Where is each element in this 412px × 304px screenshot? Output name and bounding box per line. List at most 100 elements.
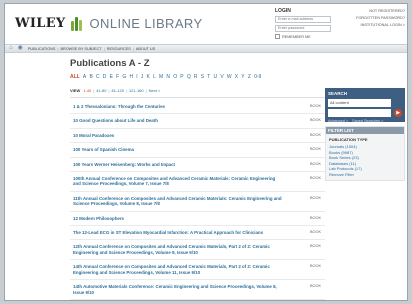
forgot-password-link[interactable]: FORGOTTEN PASSWORD? (343, 15, 405, 22)
alpha-letter-link[interactable]: I (136, 74, 137, 80)
publication-title-link[interactable]: 100th Annual Conference on Composites an… (73, 176, 283, 187)
publication-type: BOOK (310, 118, 321, 123)
alpha-letter-link[interactable]: G (122, 74, 126, 80)
publication-title-link[interactable]: 12th Annual Conference on Composites and… (73, 244, 283, 255)
brand-name: WILEY (15, 16, 66, 31)
site-header: WILEY ONLINE LIBRARY LOGIN Enter e-mail … (5, 4, 407, 44)
nav-publications[interactable]: PUBLICATIONS (28, 47, 56, 51)
alpha-letter-link[interactable]: X (235, 74, 238, 80)
nav-resources[interactable]: RESOURCES (107, 47, 131, 51)
publication-title-link[interactable]: 14th Automotive Materials Conference: Ce… (73, 284, 283, 295)
table-row: 100 Years Werner Heisenberg: Works and I… (70, 158, 325, 173)
alpha-letter-link[interactable]: D (103, 74, 107, 80)
search-panel: SEARCH All content ▶ Advanced > Saved Se… (325, 88, 405, 123)
browser-page: WILEY ONLINE LIBRARY L O G I N Enter e-mail … (4, 3, 408, 301)
nav-separator: | (103, 46, 105, 51)
alpha-letter-link[interactable]: N (166, 74, 170, 80)
alpha-letter-link[interactable]: P (180, 74, 183, 80)
remove-filter-link[interactable]: Remove Filter (329, 172, 401, 178)
publication-title-link[interactable]: 10 Good Questions about Life and Death (73, 118, 283, 123)
not-registered-link[interactable]: NOT REGISTERED? (343, 8, 405, 15)
publication-rows: 1 & 2 Thessalonians: Through the Centuri… (70, 100, 325, 300)
page-link[interactable]: 121-160 (129, 88, 144, 93)
institutional-login-link[interactable]: INSTITUTIONAL LOGIN > (343, 22, 405, 29)
alpha-letter-link[interactable]: H (129, 74, 133, 80)
table-row: The 12-Lead ECG in ST Elevation Myocardi… (70, 226, 325, 241)
alpha-letter-link[interactable]: T (207, 74, 210, 80)
publication-title-link[interactable]: 14th Annual Conference on Composites and… (73, 264, 283, 275)
advanced-search-link[interactable]: Advanced > (328, 119, 348, 123)
alpha-letter-link[interactable]: W (227, 74, 232, 80)
remember-me[interactable]: REMEMBER ME (275, 34, 405, 39)
publication-title-link[interactable]: 12 Modern Philosophers (73, 216, 283, 221)
alpha-letter-link[interactable]: Q (187, 74, 191, 80)
wiley-logo[interactable]: WILEY ONLINE LIBRARY (15, 16, 203, 31)
table-row: 12th Annual Conference on Composites and… (70, 240, 325, 261)
table-row: 10 Moral Paradoxes BOOK (70, 129, 325, 144)
publication-title-link[interactable]: 11th Annual Conference on Composites and… (73, 196, 283, 207)
alpha-letter-link[interactable]: U (214, 74, 218, 80)
alpha-all-link[interactable]: ALL (70, 74, 80, 80)
publication-type: BOOK (310, 132, 321, 137)
library-name: ONLINE LIBRARY (89, 16, 203, 31)
filter-title: FILTER LIST (326, 127, 404, 134)
saved-searches-link[interactable]: Saved Searches > (352, 119, 383, 123)
table-row: 14th Annual Conference on Composites and… (70, 260, 325, 281)
publication-type: BOOK (310, 176, 321, 181)
publication-title-link[interactable]: 100 Years Werner Heisenberg: Works and I… (73, 162, 283, 167)
nav-separator: | (132, 46, 134, 51)
search-scope-select[interactable]: All content (328, 99, 391, 107)
alpha-letter-link[interactable]: A (83, 74, 86, 80)
publications-list: Publications A - Z ALL A B C D E F G H I J K L M N O P Q R… (70, 58, 325, 300)
account-links: NOT REGISTERED? FORGOTTEN PASSWORD? INST… (343, 8, 405, 29)
page-link[interactable]: 81-120 (111, 88, 123, 93)
publication-type: BOOK (310, 104, 321, 108)
page-link[interactable]: 1-40 (83, 88, 91, 93)
alpha-letter-link[interactable]: R (194, 74, 198, 80)
page-separator: | (145, 88, 147, 93)
filter-panel: FILTER LIST PUBLICATION TYPE Journals (1… (325, 126, 405, 181)
alpha-letter-link[interactable]: 0-9 (254, 74, 261, 80)
pagination-bar: VIEW 1-40 | 41-80 | 81-120 | 121-160 | N… (70, 88, 325, 98)
alpha-letter-link[interactable]: M (159, 74, 163, 80)
alpha-letter-link[interactable]: E (110, 74, 113, 80)
alpha-letter-link[interactable]: K (147, 74, 150, 80)
alpha-letter-link[interactable]: F (116, 74, 119, 80)
alpha-letter-link[interactable]: L (153, 74, 156, 80)
publication-type: BOOK (310, 195, 321, 200)
table-row: 12 Modern Philosophers BOOK (70, 212, 325, 227)
search-title: SEARCH (328, 91, 348, 96)
publication-title-link[interactable]: 10 Moral Paradoxes (73, 133, 283, 138)
publication-title-link[interactable]: 1 & 2 Thessalonians: Through the Centuri… (73, 104, 283, 109)
password-field[interactable]: Enter password (275, 25, 331, 32)
table-row: 1 & 2 Thessalonians: Through the Centuri… (70, 100, 325, 115)
publication-type: BOOK (310, 215, 321, 220)
globe-icon[interactable]: ◉ (18, 45, 23, 52)
nav-about-us[interactable]: ABOUT US (136, 47, 155, 51)
email-field[interactable]: Enter e-mail address (275, 16, 331, 23)
page-link[interactable]: 41-80 (96, 88, 106, 93)
page-title: Publications A - Z (70, 58, 150, 69)
search-go-button[interactable]: ▶ (394, 109, 402, 117)
remember-checkbox[interactable] (275, 34, 280, 39)
alpha-letter-link[interactable]: Z (248, 74, 251, 80)
table-row: 14th Automotive Materials Conference: Ce… (70, 280, 325, 300)
alphabet-filter: ALL A B C D E F G H I J K L M N O P Q R S T U V W X Y Z 0-9 (70, 74, 325, 80)
alpha-letter-link[interactable]: J (141, 74, 144, 80)
publication-title-link[interactable]: 100 Years of Spanish Cinema (73, 147, 283, 152)
publication-title-link[interactable]: The 12-Lead ECG in ST Elevation Myocardi… (73, 230, 283, 235)
alpha-letter-link[interactable]: V (220, 74, 223, 80)
table-row: 11th Annual Conference on Composites and… (70, 192, 325, 212)
alpha-letter-link[interactable]: C (96, 74, 100, 80)
nav-browse-by-subject[interactable]: BROWSE BY SUBJECT (60, 47, 101, 51)
home-icon[interactable]: ⌂ (9, 45, 13, 52)
filter-subtitle: PUBLICATION TYPE (329, 137, 368, 142)
alpha-letter-link[interactable]: S (201, 74, 204, 80)
alpha-letter-link[interactable]: B (89, 74, 92, 80)
remember-label: REMEMBER ME (282, 34, 311, 39)
search-input[interactable] (328, 109, 392, 117)
alpha-letter-link[interactable]: O (173, 74, 177, 80)
nav-bar: ⌂ ◉ PUBLICATIONS | BROWSE BY SUBJECT | R… (5, 44, 407, 53)
next-page-link[interactable]: Next > (149, 88, 161, 93)
alpha-letter-link[interactable]: Y (241, 74, 244, 80)
